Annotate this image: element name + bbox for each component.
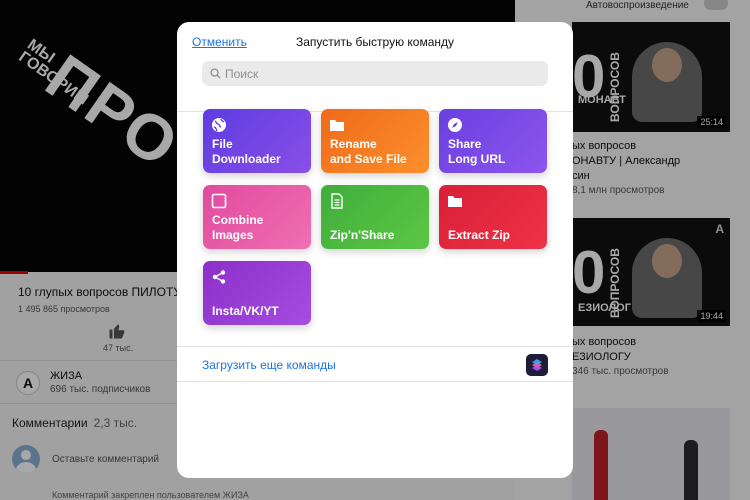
sheet-title: Запустить быструю команду	[295, 35, 455, 49]
share-icon	[212, 270, 226, 284]
shortcuts-app-icon	[526, 354, 548, 376]
search-bar[interactable]	[202, 61, 548, 86]
compass-icon	[448, 118, 462, 132]
tile-label: File Downloader	[212, 137, 281, 166]
tile-label: Insta/VK/YT	[212, 304, 279, 318]
tile-label: Combine Images	[212, 213, 264, 242]
search-icon	[210, 68, 221, 79]
tile-label: Zip'n'Share	[330, 228, 395, 242]
shortcut-insta-vk-yt[interactable]: Insta/VK/YT	[203, 261, 311, 325]
search-input[interactable]	[225, 61, 525, 86]
globe-icon	[212, 118, 226, 132]
tile-label: Share Long URL	[448, 137, 506, 166]
load-more-row[interactable]: Загрузить еще команды	[177, 346, 573, 382]
tile-label: Rename and Save File	[330, 137, 407, 166]
load-more-shortcuts-link[interactable]: Загрузить еще команды	[202, 358, 336, 372]
folder-icon	[448, 196, 462, 207]
run-shortcut-sheet: Отменить Запустить быструю команду FileD…	[177, 22, 573, 478]
shortcut-rename-and-save-file[interactable]: Rename and Save File	[321, 109, 429, 173]
shortcut-extract-zip[interactable]: Extract Zip	[439, 185, 547, 249]
document-icon	[331, 193, 343, 209]
shortcut-share-long-url[interactable]: Share Long URL	[439, 109, 547, 173]
tile-label: Extract Zip	[448, 228, 511, 242]
shortcut-combine-images[interactable]: Combine Images	[203, 185, 311, 249]
shortcut-zipnshare[interactable]: Zip'n'Share	[321, 185, 429, 249]
shortcut-file-downloader[interactable]: File Downloader	[203, 109, 311, 173]
square-icon	[211, 193, 227, 209]
sheet-header: Отменить Запустить быструю команду	[177, 22, 573, 112]
folder-icon	[330, 120, 344, 131]
